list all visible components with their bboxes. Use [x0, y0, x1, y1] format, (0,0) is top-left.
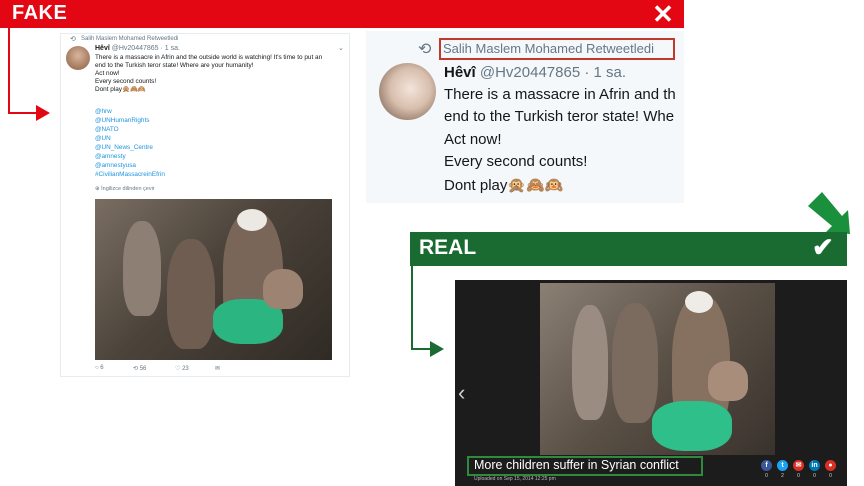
heart-icon: ♡ — [175, 366, 181, 372]
tweet-author[interactable]: Hêvî @Hv20447865 · 1 sa. — [444, 64, 626, 81]
gallery-photo[interactable] — [540, 283, 775, 455]
retweet-button[interactable]: ⟲ 56 — [133, 365, 146, 372]
reply-icon: ○ — [95, 365, 99, 371]
mention-link[interactable]: @UN_News_Centre — [95, 144, 153, 152]
close-icon: ✕ — [652, 0, 674, 29]
share-count: 0 — [829, 473, 832, 479]
check-icon: ✔ — [812, 232, 834, 262]
handle: @Hv20447865 · 1 sa. — [479, 64, 627, 81]
mention-link[interactable]: @hrw — [95, 108, 112, 116]
red-connector-line — [8, 112, 38, 114]
real-label: REAL — [419, 236, 477, 259]
mention-link[interactable]: @UN — [95, 135, 111, 143]
avatar[interactable] — [379, 63, 436, 120]
mention-link[interactable]: @UNHumanRights — [95, 117, 149, 125]
tweet-line: Dont play🙊🙈🙉 — [95, 86, 146, 93]
retweet-icon: ⟲ — [418, 41, 432, 58]
mention-link[interactable]: @amnesty — [95, 153, 126, 161]
display-name: Hêvî — [444, 64, 476, 81]
retweet-icon: ⟲ — [70, 36, 76, 43]
display-name: Hêvî — [95, 45, 110, 52]
fake-tweet-card: ⟲ Salih Maslem Mohamed Retweetledi Hêvî … — [60, 33, 350, 377]
tweet-line: end to the Turkish teror state! Where ar… — [95, 62, 254, 69]
hashtag-link[interactable]: #CivilianMassacreinEfrin — [95, 171, 165, 179]
green-connector-line — [411, 266, 413, 350]
share-count: 0 — [797, 473, 800, 479]
retweeted-by: Salih Maslem Mohamed Retweetledi — [81, 36, 179, 42]
tweet-photo[interactable] — [95, 199, 332, 360]
tweet-line: Every second counts! — [444, 153, 588, 170]
chevron-down-icon[interactable]: ⌄ — [338, 44, 344, 52]
fake-label: FAKE — [12, 2, 68, 24]
share-count: 0 — [813, 473, 816, 479]
mention-link[interactable]: @amnestyusa — [95, 162, 136, 170]
tweet-line: There is a massacre in Afrin and th — [444, 86, 676, 103]
tweet-line: Every second counts! — [95, 78, 157, 85]
tweet-line: Act now! — [444, 131, 502, 148]
avatar[interactable] — [66, 46, 90, 70]
email-icon[interactable]: ✉ — [793, 460, 804, 471]
retweet-icon: ⟲ — [133, 366, 139, 372]
share-count: 0 — [765, 473, 768, 479]
chevron-left-icon[interactable]: ‹ — [458, 380, 465, 406]
tweet-line: end to the Turkish teror state! Whe — [444, 108, 675, 125]
red-arrow-icon — [36, 105, 50, 121]
reply-button[interactable]: ○ 6 — [95, 365, 104, 371]
green-diagonal-arrow-icon — [808, 192, 850, 234]
fake-banner — [0, 0, 684, 28]
comment-icon[interactable]: ● — [825, 460, 836, 471]
globe-icon: ⊕ — [95, 186, 100, 192]
handle: @Hv20447865 · 1 sa. — [111, 45, 180, 52]
share-count: 2 — [781, 473, 784, 479]
mention-link[interactable]: @NATO — [95, 126, 119, 134]
tweet-line: Act now! — [95, 70, 120, 77]
photo-caption: More children suffer in Syrian conflict — [474, 458, 679, 472]
tweet-author[interactable]: Hêvî @Hv20447865 · 1 sa. — [95, 45, 180, 52]
linkedin-icon[interactable]: in — [809, 460, 820, 471]
tweet-line: Dont play🙊🙈🙉 — [444, 177, 564, 194]
facebook-icon[interactable]: f — [761, 460, 772, 471]
red-connector-line — [8, 28, 10, 114]
message-button[interactable]: ✉ — [215, 365, 220, 372]
twitter-icon[interactable]: t — [777, 460, 788, 471]
tweet-actions: ○ 6 ⟲ 56 ♡ 23 ✉ — [95, 365, 325, 375]
upload-date: Uploaded on Sep 15, 2014 12:25 pm — [474, 476, 556, 482]
like-button[interactable]: ♡ 23 — [175, 365, 189, 372]
translate-label: İngilizce dilinden çevir — [101, 186, 155, 192]
envelope-icon: ✉ — [215, 366, 221, 372]
retweeted-by: Salih Maslem Mohamed Retweetledi — [443, 41, 654, 56]
zoomed-tweet: ⟲ Salih Maslem Mohamed Retweetledi Hêvî … — [366, 31, 684, 203]
tweet-line: There is a massacre in Afrin and the out… — [95, 54, 323, 61]
green-arrow-icon — [430, 341, 444, 357]
translate-link[interactable]: ⊕ İngilizce dilinden çevir — [95, 186, 155, 192]
